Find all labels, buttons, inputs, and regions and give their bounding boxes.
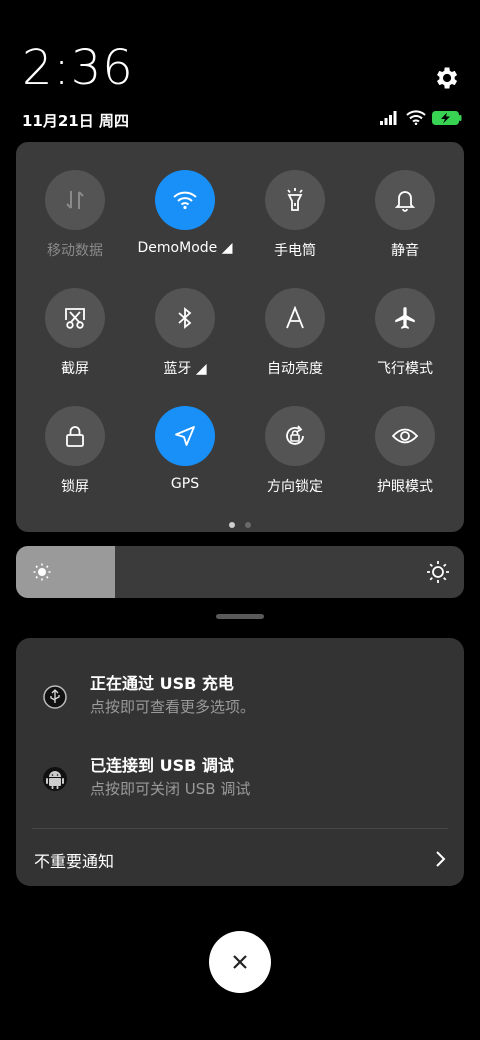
close-icon bbox=[233, 955, 247, 969]
divider bbox=[32, 828, 448, 829]
tile-label: GPS bbox=[170, 476, 200, 492]
brightness-slider[interactable] bbox=[16, 546, 464, 598]
notification-usb-debugging[interactable]: 已连接到 USB 调试 点按即可关闭 USB 调试 bbox=[16, 752, 464, 812]
tile-label: 方向锁定 bbox=[267, 479, 323, 495]
bell-icon bbox=[394, 191, 416, 212]
tile-label: 蓝牙 ◢ bbox=[163, 361, 207, 377]
brightness-high-icon bbox=[427, 561, 449, 583]
auto-brightness-icon bbox=[286, 306, 304, 329]
tile-label: 手电筒 bbox=[274, 243, 316, 259]
tile-bluetooth[interactable]: 蓝牙 ◢ bbox=[130, 288, 240, 382]
tile-label: DemoMode ◢ bbox=[137, 240, 233, 256]
notification-subtitle: 点按即可关闭 USB 调试 bbox=[90, 780, 251, 798]
clock: 2:36 bbox=[22, 40, 134, 96]
clear-all-button[interactable] bbox=[209, 931, 271, 993]
notification-card: 正在通过 USB 充电 点按即可查看更多选项。 已连接到 USB 调试 点按即可… bbox=[16, 638, 464, 886]
tile-flashlight[interactable]: 手电筒 bbox=[240, 170, 350, 264]
rotation-lock-icon bbox=[286, 425, 304, 445]
tile-screenshot[interactable]: 截屏 bbox=[20, 288, 130, 382]
tile-label: 护眼模式 bbox=[377, 479, 433, 495]
tile-gps[interactable]: GPS bbox=[130, 406, 240, 500]
location-arrow-icon bbox=[175, 426, 195, 446]
tile-mobile-data[interactable]: 移动数据 bbox=[20, 170, 130, 264]
system-icons bbox=[380, 110, 462, 125]
page-dot-2[interactable] bbox=[245, 522, 251, 528]
minor-notifications-label[interactable]: 不重要通知 bbox=[34, 848, 114, 872]
drag-handle[interactable] bbox=[216, 614, 264, 619]
tile-label: 自动亮度 bbox=[267, 361, 323, 377]
usb-charge-icon bbox=[43, 685, 67, 709]
quick-settings-panel: 移动数据 DemoMode ◢ 手电筒 静音 截屏 蓝牙 ◢ 自动亮度 飞行模式… bbox=[16, 142, 464, 532]
battery-charging-icon bbox=[432, 110, 462, 125]
date: 11月21日 周四 bbox=[22, 112, 129, 130]
wifi-icon bbox=[406, 110, 426, 125]
wifi-icon bbox=[173, 191, 197, 210]
notification-title: 已连接到 USB 调试 bbox=[90, 756, 234, 775]
page-dot-1[interactable] bbox=[229, 522, 235, 528]
airplane-icon bbox=[395, 307, 415, 329]
tile-label: 锁屏 bbox=[61, 479, 89, 495]
android-icon bbox=[43, 767, 67, 791]
tile-airplane[interactable]: 飞行模式 bbox=[350, 288, 460, 382]
settings-gear-icon[interactable] bbox=[432, 64, 460, 92]
tile-label: 飞行模式 bbox=[377, 361, 433, 377]
tile-label: 截屏 bbox=[61, 361, 89, 377]
notification-subtitle: 点按即可查看更多选项。 bbox=[90, 698, 256, 716]
tile-auto-brightness[interactable]: 自动亮度 bbox=[240, 288, 350, 382]
chevron-right-icon[interactable] bbox=[434, 850, 446, 868]
lock-icon bbox=[66, 426, 84, 447]
notification-title: 正在通过 USB 充电 bbox=[90, 674, 234, 693]
signal-icon bbox=[380, 110, 397, 125]
flashlight-icon bbox=[287, 188, 303, 211]
tile-mute[interactable]: 静音 bbox=[350, 170, 460, 264]
screenshot-icon bbox=[65, 308, 85, 329]
tile-wifi[interactable]: DemoMode ◢ bbox=[130, 170, 240, 264]
bluetooth-icon bbox=[178, 307, 192, 329]
brightness-low-icon bbox=[33, 563, 51, 581]
tile-rotation-lock[interactable]: 方向锁定 bbox=[240, 406, 350, 500]
notification-usb-charging[interactable]: 正在通过 USB 充电 点按即可查看更多选项。 bbox=[16, 670, 464, 730]
mobile-data-icon bbox=[66, 191, 84, 209]
tile-lock-screen[interactable]: 锁屏 bbox=[20, 406, 130, 500]
tile-label: 静音 bbox=[391, 243, 419, 259]
page-indicator bbox=[16, 522, 464, 528]
quick-settings-grid: 移动数据 DemoMode ◢ 手电筒 静音 截屏 蓝牙 ◢ 自动亮度 飞行模式… bbox=[16, 170, 468, 500]
eye-icon bbox=[391, 428, 419, 444]
tile-label: 移动数据 bbox=[47, 243, 103, 259]
tile-eye-protection[interactable]: 护眼模式 bbox=[350, 406, 460, 500]
brightness-fill bbox=[16, 546, 115, 598]
status-bar: 2:36 11月21日 周四 bbox=[0, 0, 480, 140]
